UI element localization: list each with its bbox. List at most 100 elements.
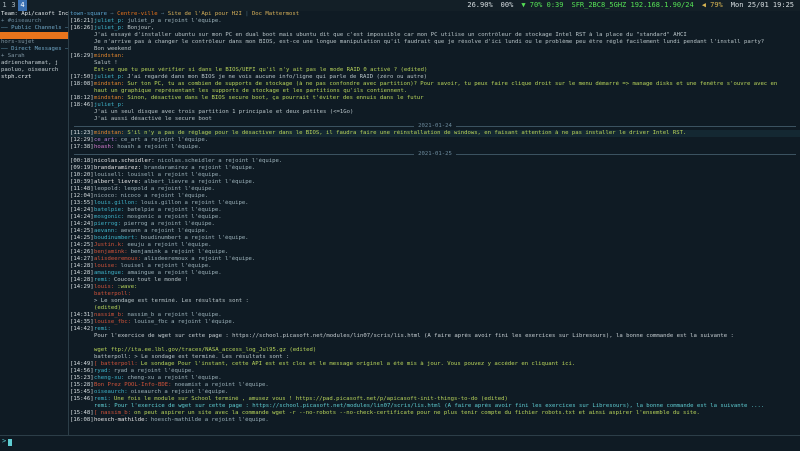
message-row: [12:04] nicoco: nicoco a rejoint l'équipe.: [70, 193, 800, 200]
message-author[interactable]: batelpie:: [94, 207, 124, 214]
message-author[interactable]: juliet_p:: [94, 102, 124, 109]
message-author[interactable]: remi:: [94, 277, 111, 284]
message-author[interactable]: benjamink:: [94, 249, 128, 256]
message-text: amaingue a rejoint l'équipe.: [127, 270, 222, 276]
message-text: J'ai regardé dans mon BIOS je ne vois au…: [127, 74, 428, 80]
message-timestamp: [16:26]: [70, 25, 94, 31]
message-author[interactable]: aevann:: [94, 228, 118, 235]
message-author[interactable]: remi:: [94, 396, 111, 403]
message-text: eeuju a rejoint l'équipe.: [127, 242, 212, 248]
sidebar-item[interactable]: + centre-ville: [0, 32, 68, 39]
message-author[interactable]: albert_lievre:: [94, 179, 141, 186]
message-timestamp: [16:29]: [70, 53, 94, 59]
sidebar-section-header: —— Public Channels ——: [1, 25, 68, 31]
message-author[interactable]: remi:: [94, 326, 111, 333]
message-timestamp: [14:42]: [70, 326, 94, 332]
message-author[interactable]: Bon Prez POOL-Info-BDE:: [94, 382, 171, 389]
separator-line: [455, 154, 796, 155]
message-author[interactable]: louise:: [94, 263, 118, 270]
message-author[interactable]: mindstan:: [94, 53, 124, 60]
message-author[interactable]: boudinumbert:: [94, 235, 138, 242]
message-timestamp: [14:56]: [70, 368, 94, 374]
sidebar-item[interactable]: hors-sujet: [0, 39, 68, 46]
message-author[interactable]: [ nassim_b:: [94, 410, 131, 417]
message-continuation: wget ftp://ita.ee.lbl.gov/traces/NASA_ac…: [70, 347, 800, 354]
message-row: [16:08] hoesch-mathilde: hoesch-mathilde a…: [70, 417, 800, 424]
channel-title[interactable]: Centre-ville: [117, 11, 157, 17]
message-timestamp: [18:08]: [70, 81, 94, 87]
message-timestamp: [14:35]: [70, 319, 94, 325]
message-row: [15:23] cheng-xu: cheng-xu a rejoint l'équ…: [70, 375, 800, 382]
message-list: [16:21] juliet_p: juliet_p a rejoint l'équ…: [70, 18, 800, 424]
workspace-3[interactable]: 3: [9, 0, 18, 11]
sidebar-item[interactable]: adriencharamat, j: [0, 60, 68, 67]
message-timestamp: [14:24]: [70, 221, 94, 227]
message-text: Sinon, désactive dans le BIOS secure boo…: [127, 95, 424, 101]
date-separator: 2021-01-24: [70, 123, 800, 130]
channel-label: town-square: [70, 11, 108, 17]
workspace-1[interactable]: 1: [0, 0, 9, 11]
message-author[interactable]: louisell:: [94, 172, 124, 179]
message-author[interactable]: hoash:: [94, 144, 114, 151]
message-author[interactable]: nicolas.scheidler:: [94, 158, 155, 165]
workspace-4[interactable]: 4: [18, 0, 27, 11]
message-text: louis.gillon a rejoint l'équipe.: [140, 200, 249, 206]
sidebar-item[interactable]: paoluo, oiseaurch: [0, 67, 68, 74]
message-row: [18:08] mindstan: Sur ton PC, tu as combie…: [70, 81, 800, 88]
message-author[interactable]: oiseaurch:: [94, 389, 128, 396]
message-author[interactable]: mosgonic:: [94, 214, 124, 221]
message-author[interactable]: mindstan:: [94, 95, 124, 102]
message-author[interactable]: mindstan:: [94, 81, 124, 88]
message-author[interactable]: louis:: [94, 284, 114, 291]
message-author[interactable]: juliet_p:: [94, 18, 124, 25]
message-continuation: batterpoll: > Le sondage est terminé. Le…: [70, 354, 800, 361]
message-author[interactable]: juliet_p:: [94, 74, 124, 81]
message-author[interactable]: alisdeeremoux:: [94, 256, 141, 263]
channel-header: town-square → Centre-ville → Site de l'A…: [70, 11, 300, 17]
message-timestamp: [14:24]: [70, 207, 94, 213]
message-author[interactable]: nicoco:: [94, 193, 118, 200]
message-row: [14:26] benjamink: benjamink a rejoint l'é…: [70, 249, 800, 256]
message-author[interactable]: mindstan:: [94, 130, 124, 137]
message-author[interactable]: pierrog:: [94, 221, 121, 228]
input-prompt: >: [2, 437, 7, 445]
sidebar-item[interactable]: + Sarah: [0, 53, 68, 60]
message-author[interactable]: amaingue:: [94, 270, 124, 277]
message-author[interactable]: [ batterpoll:: [94, 361, 138, 368]
message-author[interactable]: batterpoll:: [94, 291, 131, 298]
message-text: wget ftp://ita.ee.lbl.gov/traces/NASA_ac…: [94, 347, 317, 353]
message-timestamp: [13:55]: [70, 200, 94, 206]
separator-line: [74, 154, 415, 155]
message-continuation: Est-ce que tu peux vérifier si dans le B…: [70, 67, 800, 74]
message-author[interactable]: leopold:: [94, 186, 121, 193]
message-author[interactable]: Justin.k:: [94, 242, 124, 249]
message-author[interactable]: cheng-xu:: [94, 375, 124, 382]
chat-main: town-square → Centre-ville → Site de l'A…: [70, 11, 800, 435]
sidebar-item[interactable]: + #oiseaurch: [0, 18, 68, 25]
message-text: Bon weekend: [94, 46, 132, 52]
separator-line: [74, 126, 415, 127]
message-input-bar[interactable]: >: [0, 435, 800, 451]
message-author[interactable]: louis.gillon:: [94, 200, 138, 207]
sidebar-item[interactable]: stph.crzt: [0, 74, 68, 81]
message-row: [14:25] aevann: aevann a rejoint l'équipe.: [70, 228, 800, 235]
message-row: [16:21] juliet_p: juliet_p a rejoint l'équ…: [70, 18, 800, 25]
message-author[interactable]: brandaramirez:: [94, 165, 141, 172]
sidebar: Team: Api/casoft Inc + #oiseaurch —— Publi…: [0, 11, 69, 435]
message-text: boudinumbert a rejoint l'équipe.: [140, 235, 249, 241]
message-timestamp: [14:29]: [70, 284, 94, 290]
message-row: batterpoll:: [70, 291, 800, 298]
message-author[interactable]: louise_fbc:: [94, 319, 131, 326]
message-continuation: (edited): [70, 305, 800, 312]
message-author[interactable]: hoesch-mathilde:: [94, 417, 148, 424]
message-text: Sur ton PC, tu as combien de supports de…: [127, 81, 778, 87]
message-continuation: J'ai un seul disque avec trois partition…: [70, 109, 800, 116]
message-row: [10:39] albert_lievre: albert_lievre a rej…: [70, 179, 800, 186]
message-author[interactable]: ce_art:: [94, 137, 118, 144]
message-timestamp: [14:26]: [70, 249, 94, 255]
message-timestamp: [17:50]: [70, 74, 94, 80]
message-author[interactable]: ryad:: [94, 368, 111, 375]
message-author[interactable]: juliet_p:: [94, 25, 124, 32]
channel-purpose-link[interactable]: Doc Mattermost: [252, 11, 299, 17]
message-author[interactable]: nassim_b:: [94, 312, 124, 319]
